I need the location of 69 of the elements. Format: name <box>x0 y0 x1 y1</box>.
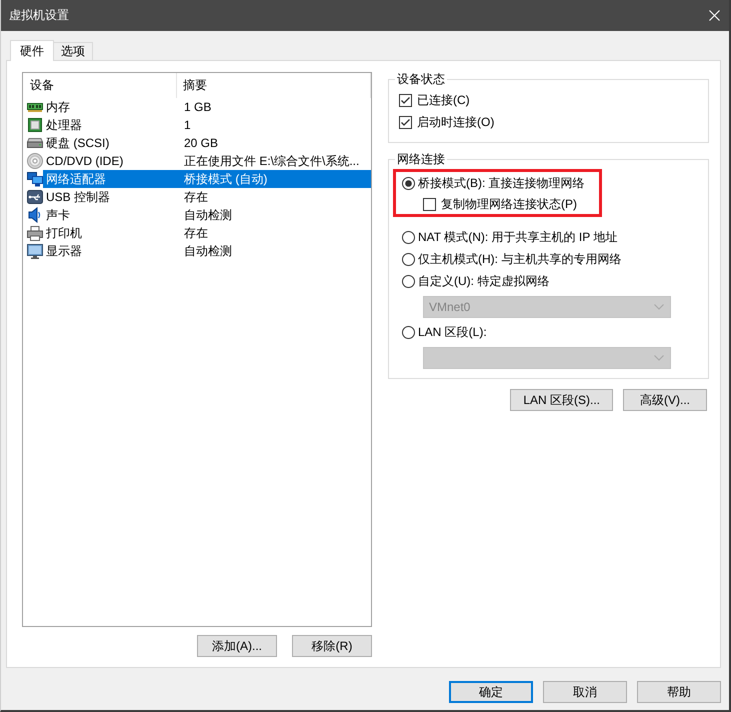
table-cell-text: 硬盘 (SCSI) <box>45 134 110 152</box>
group-title: 设备状态 <box>396 72 446 86</box>
radio-button[interactable] <box>402 274 415 288</box>
radio-button[interactable] <box>402 230 415 244</box>
help-button[interactable]: 帮助 <box>637 681 721 703</box>
table-cell-text: 声卡 <box>45 206 71 224</box>
add-button[interactable]: 添加(A)... <box>197 635 277 657</box>
table-cell-text: 存在 <box>184 224 209 242</box>
memory-module-icon <box>27 102 43 112</box>
checkbox[interactable] <box>423 198 436 210</box>
table-cell-text: 打印机 <box>45 224 83 242</box>
table-cell-text: 自动检测 <box>184 242 233 260</box>
tab[interactable]: 硬件 <box>10 40 54 61</box>
close-icon[interactable] <box>709 10 720 21</box>
table-cell-text: 1 GB <box>184 100 212 114</box>
speaker-icon <box>28 207 42 223</box>
tab[interactable]: 选项 <box>53 42 93 60</box>
ok-button[interactable]: 确定 <box>449 681 533 703</box>
column-header[interactable]: 设备 <box>30 77 54 94</box>
radio-label[interactable]: LAN 区段(L): <box>418 324 487 340</box>
radio-label[interactable]: NAT 模式(N): 用于共享主机的 IP 地址 <box>418 228 618 246</box>
table-cell-text: 处理器 <box>45 116 83 134</box>
radio-button[interactable] <box>402 252 415 266</box>
checkbox-label[interactable]: 启动时连接(O) <box>417 114 494 130</box>
radio-button[interactable] <box>402 176 415 190</box>
chevron-down-icon <box>654 304 664 310</box>
list-row[interactable]: 显示器 自动检测 <box>43 242 371 260</box>
window-title: 虚拟机设置 <box>9 7 69 24</box>
table-cell-text: 正在使用文件 E:\综合文件\系统... <box>184 152 360 170</box>
table-cell-text: 桥接模式 (自动) <box>184 170 268 188</box>
remove-button[interactable]: 移除(R) <box>292 635 372 657</box>
list-row[interactable]: 声卡 自动检测 <box>43 206 371 224</box>
radio-label[interactable]: 桥接模式(B): 直接连接物理网络 <box>418 174 585 192</box>
table-cell-text: 1 <box>184 118 192 132</box>
table-cell-text: 存在 <box>184 188 209 206</box>
advanced-button[interactable]: 高级(V)... <box>623 389 707 411</box>
list-row[interactable]: 硬盘 (SCSI) 20 GB <box>43 134 371 152</box>
table-cell-text: USB 控制器 <box>45 188 112 206</box>
table-cell-text: 自动检测 <box>184 206 233 224</box>
checkbox-label[interactable]: 已连接(C) <box>417 92 470 108</box>
table-cell-text: 20 GB <box>184 136 220 150</box>
lan-segments-button[interactable]: LAN 区段(S)... <box>510 389 613 411</box>
list-row[interactable]: 网络适配器 桥接模式 (自动) <box>43 170 371 188</box>
checkbox-label[interactable]: 复制物理网络连接状态(P) <box>441 196 577 212</box>
usb-icon <box>27 190 43 204</box>
table-cell-text: CD/DVD (IDE) <box>45 154 124 168</box>
radio-label[interactable]: 仅主机模式(H): 与主机共享的专用网络 <box>418 250 622 268</box>
column-header[interactable]: 摘要 <box>183 77 207 94</box>
group-title: 网络连接 <box>396 152 446 166</box>
monitors-icon <box>27 172 43 186</box>
table-cell-text: 显示器 <box>45 242 83 260</box>
chip-icon <box>28 118 42 132</box>
radio-button[interactable] <box>402 326 415 338</box>
list-row[interactable]: USB 控制器 存在 <box>43 188 371 206</box>
list-row[interactable]: 内存 1 GB <box>43 98 371 116</box>
disc-icon <box>27 153 43 169</box>
chevron-down-icon <box>654 355 664 361</box>
checkbox[interactable] <box>399 94 412 106</box>
list-row[interactable]: 打印机 存在 <box>43 224 371 242</box>
printer-icon <box>27 226 43 240</box>
radio-label[interactable]: 自定义(U): 特定虚拟网络 <box>418 272 550 290</box>
hard-drive-icon <box>27 138 43 148</box>
table-cell-text: 网络适配器 <box>45 170 107 188</box>
list-row[interactable]: CD/DVD (IDE) 正在使用文件 E:\综合文件\系统... <box>43 152 371 170</box>
cancel-button[interactable]: 取消 <box>543 681 627 703</box>
list-row[interactable]: 处理器 1 <box>43 116 371 134</box>
monitor-icon <box>27 244 43 258</box>
table-cell-text: 内存 <box>45 98 71 116</box>
checkbox[interactable] <box>399 116 412 128</box>
